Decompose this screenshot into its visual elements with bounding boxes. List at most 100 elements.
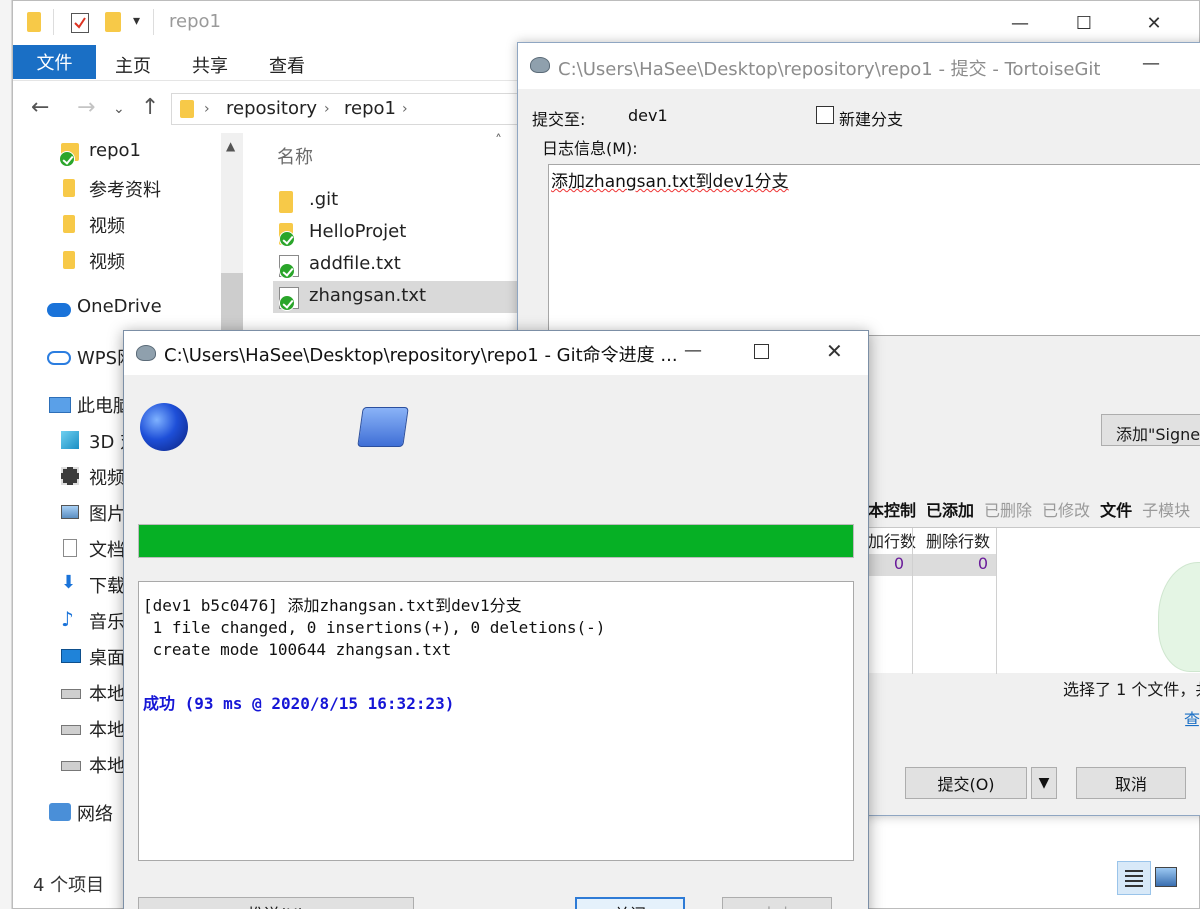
maximize-icon[interactable]: ☐: [1061, 7, 1107, 39]
close-icon[interactable]: ✕: [826, 339, 843, 363]
filter-files[interactable]: 文件: [1100, 501, 1132, 520]
commit-message-input[interactable]: 添加zhangsan.txt到dev1分支: [548, 164, 1200, 336]
column-header-name[interactable]: 名称: [277, 143, 313, 169]
changed-files-list[interactable]: 加行数 删除行数 0 0: [868, 527, 1200, 674]
added-lines-value: 0: [868, 554, 912, 576]
git-clean-badge-icon: [279, 295, 295, 311]
filter-submodules[interactable]: 子模块: [1142, 501, 1190, 520]
nav-item-onedrive[interactable]: OneDrive: [13, 291, 245, 327]
commit-message-text: 添加zhangsan.txt到dev1分支: [551, 172, 789, 192]
filter-added[interactable]: 已添加: [926, 501, 974, 520]
cloud-outline-icon: [47, 351, 71, 365]
commit-to-label: 提交至:: [532, 110, 586, 129]
breadcrumb-repo1[interactable]: repo1: [344, 98, 396, 119]
log-line-stats: 1 file changed, 0 insertions(+), 0 delet…: [143, 618, 606, 637]
nav-item-video2[interactable]: 视频: [13, 243, 245, 279]
progress-window-title: C:\Users\HaSee\Desktop\repository\repo1 …: [164, 345, 678, 366]
up-arrow-icon[interactable]: ↑: [141, 95, 159, 120]
file-row-addfile[interactable]: addfile.txt: [273, 249, 519, 281]
recent-locations-icon[interactable]: ⌄: [113, 101, 125, 117]
maximize-icon[interactable]: [754, 344, 769, 359]
folder-icon: [180, 100, 194, 118]
divider: [153, 9, 154, 35]
removed-lines-value: 0: [913, 554, 996, 576]
folder-icon: [63, 251, 75, 269]
commit-window-title: C:\Users\HaSee\Desktop\repository\repo1 …: [558, 59, 1101, 80]
scroll-up-icon[interactable]: ▲: [226, 139, 235, 153]
file-row-zhangsan[interactable]: zhangsan.txt: [273, 281, 519, 313]
add-signed-off-button[interactable]: 添加"Signed: [1101, 414, 1200, 446]
progress-bar: [138, 524, 854, 558]
folder-icon: [27, 12, 41, 32]
minimize-icon[interactable]: —: [997, 7, 1043, 39]
log-line-commit: [dev1 b5c0476] 添加zhangsan.txt到dev1分支: [143, 596, 522, 615]
details-view-icon[interactable]: [1117, 861, 1151, 895]
chevron-right-icon: ›: [204, 101, 210, 117]
minimize-icon[interactable]: —: [684, 340, 702, 361]
nav-item-repo1[interactable]: repo1: [13, 135, 245, 171]
git-output-log[interactable]: [dev1 b5c0476] 添加zhangsan.txt到dev1分支 1 f…: [138, 581, 854, 861]
download-arrow-icon: ⬇: [61, 572, 77, 593]
explorer-titlebar: ▾ repo1 — ☐ ✕: [13, 1, 1199, 45]
file-list: 名称 ˄ .git HelloProjet addfile.txt zhangs…: [245, 131, 545, 331]
column-divider: [996, 528, 997, 674]
film-icon: [61, 467, 79, 485]
music-note-icon: ♪: [61, 607, 74, 631]
quick-access-dropdown-icon[interactable]: ▾: [133, 13, 140, 29]
commit-button[interactable]: 提交(O): [905, 767, 1027, 799]
log-success-message: 成功 (93 ms @ 2020/8/15 16:32:23): [143, 694, 455, 713]
chevron-down-icon: ▼: [1038, 775, 1050, 791]
new-folder-icon[interactable]: [105, 12, 121, 32]
branch-name: dev1: [628, 106, 668, 125]
globe-icon: [140, 403, 188, 451]
cloud-icon: [47, 303, 71, 317]
nav-item-refs[interactable]: 参考资料: [13, 171, 245, 207]
properties-icon[interactable]: [71, 13, 89, 33]
filter-modified[interactable]: 已修改: [1042, 501, 1090, 520]
tortoise-watermark-icon: [1158, 562, 1200, 672]
folder-icon: [63, 215, 75, 233]
nav-item-video1[interactable]: 视频: [13, 207, 245, 243]
breadcrumb-repository[interactable]: repository: [226, 98, 317, 119]
git-progress-dialog: C:\Users\HaSee\Desktop\repository\repo1 …: [123, 330, 869, 909]
drive-icon: [61, 725, 81, 735]
tab-view[interactable]: 查看: [269, 52, 305, 78]
abort-button[interactable]: 中止: [722, 897, 832, 909]
chevron-right-icon: ›: [324, 101, 330, 117]
cancel-button[interactable]: 取消: [1076, 767, 1186, 799]
tab-file[interactable]: 文件: [13, 45, 96, 79]
document-icon: [63, 539, 77, 557]
divider: [53, 9, 54, 35]
filter-deleted[interactable]: 已删除: [984, 501, 1032, 520]
drive-icon: [61, 761, 81, 771]
tab-home[interactable]: 主页: [115, 52, 151, 78]
file-row-helloprojet[interactable]: HelloProjet: [273, 217, 519, 249]
filter-versioned[interactable]: 本控制: [868, 501, 916, 520]
address-bar[interactable]: › repository › repo1 ›: [171, 93, 531, 125]
commit-options-dropdown[interactable]: ▼: [1031, 767, 1057, 799]
close-button[interactable]: 关闭: [575, 897, 685, 909]
git-clean-badge-icon: [279, 231, 295, 247]
new-branch-label: 新建分支: [839, 110, 904, 129]
minimize-icon[interactable]: —: [1142, 53, 1160, 74]
large-icons-view-icon[interactable]: [1155, 867, 1177, 887]
log-message-label: 日志信息(M):: [542, 139, 638, 158]
file-row-git[interactable]: .git: [273, 185, 519, 217]
progress-titlebar: C:\Users\HaSee\Desktop\repository\repo1 …: [124, 331, 868, 375]
column-header-removed-lines[interactable]: 删除行数: [926, 528, 990, 554]
close-icon[interactable]: ✕: [1131, 7, 1177, 39]
new-branch-checkbox[interactable]: [816, 106, 834, 124]
view-link[interactable]: 查: [1184, 706, 1200, 730]
back-arrow-icon[interactable]: ←: [31, 95, 49, 120]
tab-share[interactable]: 共享: [192, 52, 228, 78]
network-icon: [49, 803, 71, 821]
computer-icon: [49, 397, 71, 413]
commit-titlebar: C:\Users\HaSee\Desktop\repository\repo1 …: [518, 43, 1200, 89]
picture-icon: [61, 505, 79, 519]
blue-folder-icon: [357, 407, 409, 447]
push-button[interactable]: 推送(U): [138, 897, 414, 909]
folder-icon: [279, 191, 293, 213]
forward-arrow-icon[interactable]: →: [77, 95, 95, 120]
desktop-icon: [61, 649, 81, 663]
column-header-added-lines[interactable]: 加行数: [868, 528, 916, 554]
